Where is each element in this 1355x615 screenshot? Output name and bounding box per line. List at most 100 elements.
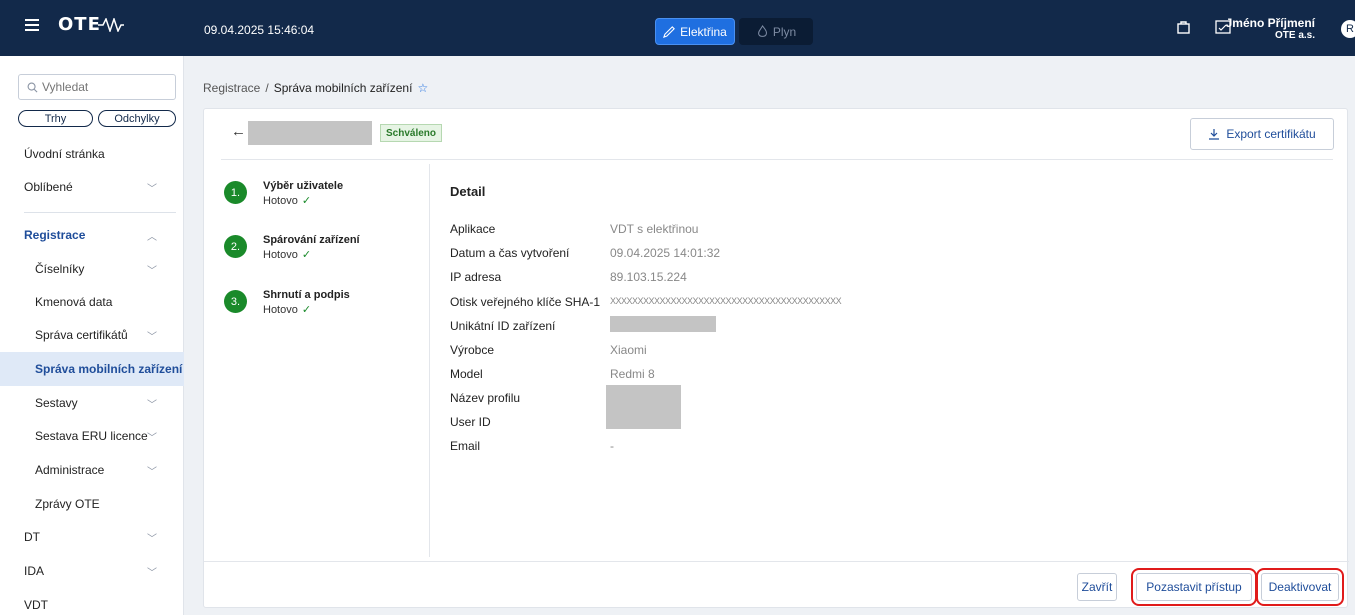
nav-item-label: Sestavy <box>35 396 78 410</box>
detail-key: Datum a čas vytvoření <box>450 246 570 260</box>
top-bar: OTE 09.04.2025 15:46:04 Elektřina Plyn J… <box>0 0 1355 56</box>
detail-value: VDT s elektřinou <box>610 222 699 236</box>
detail-key: Výrobce <box>450 343 495 357</box>
search-input[interactable] <box>42 80 162 94</box>
export-certificate-button[interactable]: Export certifikátu <box>1190 118 1334 150</box>
detail-key: Název profilu <box>450 391 521 405</box>
nav-item-eru-license[interactable]: Sestava ERU licence ﹀ <box>0 419 184 453</box>
pin-icon[interactable]: ☆ <box>417 81 428 95</box>
logo-wave-icon <box>98 18 124 32</box>
nav-item-codebooks[interactable]: Číselníky ﹀ <box>0 252 184 286</box>
nav-item-label: Kmenová data <box>35 295 113 309</box>
user-name: Jméno Příjmení <box>1225 16 1315 30</box>
nav-item-label: Úvodní stránka <box>24 147 105 161</box>
user-info[interactable]: Jméno Příjmení OTE a.s. <box>1226 16 1315 41</box>
chevron-down-icon: ﹀ <box>147 183 157 195</box>
nav-item-master-data[interactable]: Kmenová data <box>0 285 184 319</box>
steps-divider <box>429 164 430 557</box>
step-state: Hotovo ✓ <box>263 194 311 207</box>
step-state-label: Hotovo <box>263 249 298 261</box>
nav-item-label: Číselníky <box>35 262 85 276</box>
nav-item-label: Správa certifikátů <box>35 328 128 342</box>
nav-item-label: VDT <box>24 598 48 612</box>
nav-item-dt[interactable]: DT ﹀ <box>0 520 184 554</box>
electricity-icon <box>663 26 676 38</box>
status-badge: Schváleno <box>380 124 443 142</box>
sidebar-divider <box>24 212 176 213</box>
step-state: Hotovo ✓ <box>263 248 311 261</box>
redacted-profile <box>606 385 681 429</box>
nav-item-label: Administrace <box>35 463 105 477</box>
deactivate-button[interactable]: Deaktivovat <box>1256 568 1344 606</box>
detail-key: IP adresa <box>450 270 502 284</box>
redacted-device-name <box>248 121 372 145</box>
step-state-label: Hotovo <box>263 195 298 207</box>
nav-item-registration[interactable]: Registrace ︿ <box>0 218 184 252</box>
nav-item-label: Zprávy OTE <box>35 497 100 511</box>
briefcase-icon[interactable] <box>1176 19 1192 35</box>
nav-item-ida[interactable]: IDA ﹀ <box>0 554 184 588</box>
user-org: OTE a.s. <box>1274 30 1315 41</box>
export-certificate-label: Export certifikátu <box>1226 127 1316 141</box>
detail-key: Aplikace <box>450 222 496 236</box>
chevron-down-icon: ﹀ <box>147 533 157 545</box>
nav-item-certificates[interactable]: Správa certifikátů ﹀ <box>0 318 184 352</box>
check-icon: ✓ <box>301 195 312 207</box>
breadcrumb-current: Správa mobilních zařízení <box>273 81 413 95</box>
redacted-device-id <box>610 316 716 332</box>
nav-item-label: IDA <box>24 564 45 578</box>
nav-item-home[interactable]: Úvodní stránka <box>0 137 184 171</box>
download-icon <box>1209 129 1220 140</box>
step-state: Hotovo ✓ <box>263 303 311 316</box>
detail-key: Email <box>450 439 481 453</box>
nav-item-reports[interactable]: Sestavy ﹀ <box>0 386 184 420</box>
nav-item-label: Registrace <box>24 228 86 242</box>
nav-item-mobile-devices[interactable]: Správa mobilních zařízení <box>0 352 184 386</box>
avatar[interactable]: R <box>1341 20 1355 38</box>
detail-title: Detail <box>450 184 486 199</box>
current-datetime: 09.04.2025 15:46:04 <box>204 23 315 37</box>
check-icon: ✓ <box>301 304 312 316</box>
nav-item-administration[interactable]: Administrace ﹀ <box>0 453 184 487</box>
logo[interactable]: OTE <box>58 14 124 35</box>
nav-item-label: DT <box>24 530 40 544</box>
chevron-down-icon: ﹀ <box>147 567 157 579</box>
nav-item-favorites[interactable]: Oblíbené ﹀ <box>0 170 184 204</box>
nav-item-vdt[interactable]: VDT <box>0 588 184 615</box>
step-state-label: Hotovo <box>263 304 298 316</box>
close-button[interactable]: Zavřít <box>1077 573 1117 601</box>
search-box[interactable] <box>18 74 176 100</box>
nav-item-ote-messages[interactable]: Zprávy OTE <box>0 487 184 521</box>
detail-value: 89.103.15.224 <box>610 270 687 284</box>
commodity-gas-button[interactable]: Plyn <box>739 18 813 45</box>
device-detail-panel: ← Schváleno Export certifikátu 1. Výběr … <box>203 108 1349 608</box>
filter-pill-markets[interactable]: Trhy <box>18 110 93 127</box>
chevron-down-icon: ﹀ <box>147 466 157 478</box>
nav-item-label: Oblíbené <box>24 180 73 194</box>
step-number: 1. <box>224 181 247 204</box>
detail-key: Unikátní ID zařízení <box>450 319 556 333</box>
footer-divider <box>204 561 1349 562</box>
nav-item-label: Správa mobilních zařízení <box>35 362 183 376</box>
commodity-gas-label: Plyn <box>772 24 797 39</box>
step-number: 3. <box>224 290 247 313</box>
step-title: Výběr uživatele <box>263 180 344 192</box>
detail-key: Model <box>450 367 483 381</box>
step-title: Shrnutí a podpis <box>263 289 350 301</box>
detail-value: 09.04.2025 14:01:32 <box>610 246 721 260</box>
back-arrow-icon[interactable]: ← <box>231 123 246 140</box>
breadcrumb-parent-link[interactable]: Registrace <box>203 81 260 95</box>
menu-icon[interactable] <box>25 19 39 33</box>
commodity-electricity-button[interactable]: Elektřina <box>655 18 735 45</box>
flame-icon <box>757 25 767 37</box>
logo-text: OTE <box>58 14 101 35</box>
detail-value: Xiaomi <box>610 343 647 357</box>
commodity-electricity-label: Elektřina <box>680 24 727 39</box>
pause-access-button[interactable]: Pozastavit přístup <box>1131 568 1257 606</box>
check-icon: ✓ <box>301 249 312 261</box>
detail-value: XXXXXXXXXXXXXXXXXXXXXXXXXXXXXXXXXXXXXXXX… <box>610 296 842 306</box>
filter-pill-deviations[interactable]: Odchylky <box>98 110 176 127</box>
breadcrumb: Registrace / Správa mobilních zařízení ☆ <box>203 81 428 95</box>
detail-key: Otisk veřejného klíče SHA-1 <box>450 295 601 309</box>
detail-value: Redmi 8 <box>610 367 655 381</box>
